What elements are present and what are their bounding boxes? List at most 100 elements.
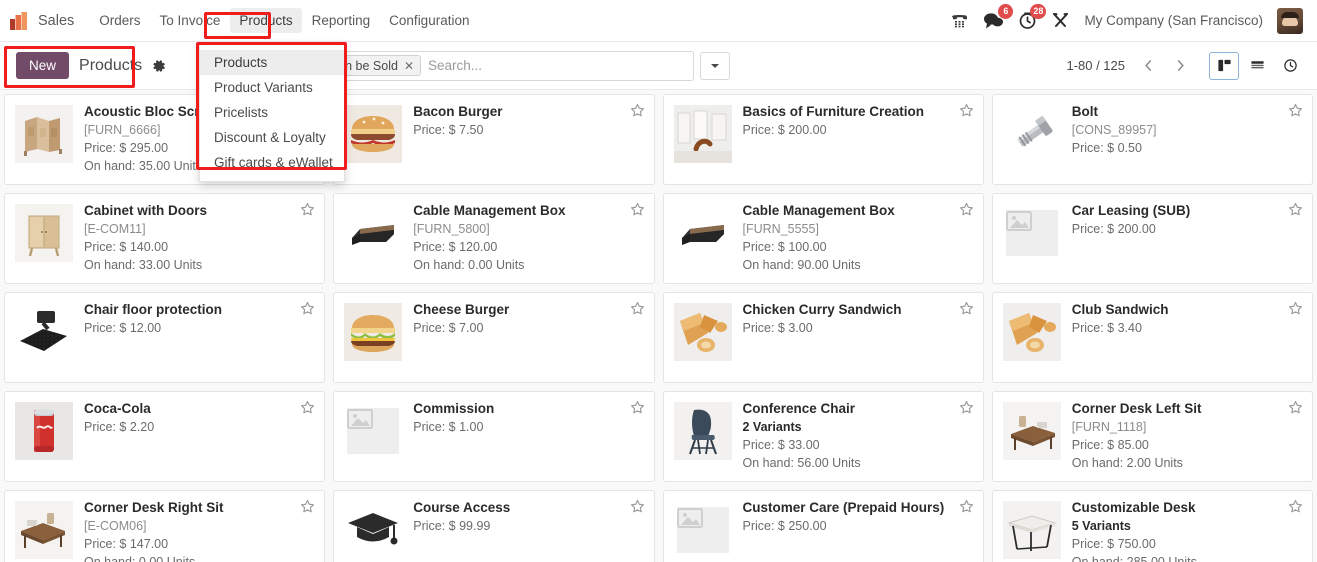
menu-orders[interactable]: Orders (90, 8, 149, 33)
kanban-view-button[interactable] (1209, 51, 1239, 80)
product-card-body: Commission Price: $ 1.00 (413, 400, 643, 473)
menu-products[interactable]: Products (230, 8, 302, 33)
product-stock: On hand: 0.00 Units (84, 554, 196, 562)
product-image (13, 499, 75, 561)
dropdown-item-product-variants[interactable]: Product Variants (200, 75, 344, 100)
product-card[interactable]: Corner Desk Left Sit [FURN_1118] Price: $ … (991, 391, 1313, 482)
product-stock: On hand: 90.00 Units (742, 257, 861, 272)
product-price: Price: $ 140.00 (84, 240, 169, 254)
favorite-star-icon[interactable] (630, 499, 645, 519)
product-price: Price: $ 12.00 (84, 320, 162, 335)
favorite-star-icon[interactable] (959, 301, 974, 321)
product-image (672, 103, 734, 165)
search-dropdown-toggle[interactable] (700, 51, 731, 80)
product-price: Price: $ 200.00 (1071, 221, 1156, 236)
list-view-icon (1250, 61, 1264, 69)
favorite-star-icon[interactable] (959, 400, 974, 420)
favorite-star-icon[interactable] (959, 499, 974, 519)
dropdown-item-discount-loyalty[interactable]: Discount & Loyalty (200, 125, 344, 150)
product-card[interactable]: Coca-Cola Price: $ 2.20 (4, 391, 326, 482)
product-image (1001, 400, 1063, 462)
favorite-star-icon[interactable] (630, 103, 645, 123)
pager-previous-button[interactable] (1133, 51, 1163, 80)
product-reference: [FURN_1118] (1071, 419, 1147, 434)
product-name: Course Access (413, 500, 511, 515)
menu-configuration[interactable]: Configuration (380, 8, 478, 33)
product-card[interactable]: Bolt [CONS_89957] Price: $ 0.50 (991, 94, 1313, 185)
favorite-star-icon[interactable] (1288, 202, 1303, 222)
product-card[interactable]: Customizable Desk 5 Variants Price: $ 750.… (991, 490, 1313, 562)
gear-icon[interactable] (152, 59, 166, 73)
messages-count-badge: 6 (998, 4, 1014, 19)
menu-reporting[interactable]: Reporting (303, 8, 380, 33)
product-card[interactable]: Cable Management Box [FURN_5800] Price: $ … (333, 193, 655, 284)
favorite-star-icon[interactable] (1288, 499, 1303, 519)
product-reference: [E-COM06] (84, 518, 147, 533)
favorite-star-icon[interactable] (300, 301, 315, 321)
product-image (1001, 103, 1063, 165)
product-card[interactable]: Chicken Curry Sandwich Price: $ 3.00 (662, 292, 984, 383)
dropdown-item-products[interactable]: Products (200, 50, 344, 75)
list-view-button[interactable] (1242, 51, 1272, 80)
phone-icon[interactable] (950, 11, 969, 30)
product-card[interactable]: Cheese Burger Price: $ 7.00 (333, 292, 655, 383)
favorite-star-icon[interactable] (630, 400, 645, 420)
dropdown-item-pricelists[interactable]: Pricelists (200, 100, 344, 125)
product-card[interactable]: Conference Chair 2 Variants Price: $ 33.00… (662, 391, 984, 482)
favorite-star-icon[interactable] (630, 301, 645, 321)
product-card[interactable]: Cable Management Box [FURN_5555] Price: $ … (662, 193, 984, 284)
favorite-star-icon[interactable] (630, 202, 645, 222)
activity-view-icon (1283, 59, 1297, 72)
product-reference: [CONS_89957] (1071, 122, 1157, 137)
product-name: Basics of Furniture Creation (742, 104, 925, 119)
product-card[interactable]: Bacon Burger Price: $ 7.50 (333, 94, 655, 185)
search-input[interactable] (428, 51, 694, 80)
company-name[interactable]: My Company (San Francisco) (1084, 13, 1263, 28)
product-card[interactable]: Club Sandwich Price: $ 3.40 (991, 292, 1313, 383)
product-price: Price: $ 100.00 (742, 240, 827, 254)
product-card[interactable]: Corner Desk Right Sit [E-COM06] Price: $ 1… (4, 490, 326, 562)
product-name: Club Sandwich (1071, 302, 1169, 317)
main-menu: Orders To Invoice Products Reporting Con… (90, 8, 478, 33)
product-image (13, 400, 75, 462)
messages-icon[interactable]: 6 (983, 4, 1014, 30)
favorite-star-icon[interactable] (300, 400, 315, 420)
new-button[interactable]: New (16, 52, 70, 79)
favorite-star-icon[interactable] (300, 202, 315, 222)
dropdown-item-gift-cards-ewallet[interactable]: Gift cards & eWallet (200, 150, 344, 175)
product-card-body: Customizable Desk 5 Variants Price: $ 750.… (1072, 499, 1302, 562)
product-card[interactable]: Chair floor protection Price: $ 12.00 (4, 292, 326, 383)
close-icon[interactable]: ✕ (404, 59, 414, 73)
favorite-star-icon[interactable] (300, 499, 315, 519)
product-stock: On hand: 33.00 Units (84, 257, 203, 272)
product-card[interactable]: Customer Care (Prepaid Hours) Price: $ 25… (662, 490, 984, 562)
product-image (342, 400, 404, 462)
kanban-view-icon (1217, 59, 1231, 72)
favorite-star-icon[interactable] (1288, 301, 1303, 321)
favorite-star-icon[interactable] (1288, 400, 1303, 420)
product-image (672, 301, 734, 363)
favorite-star-icon[interactable] (959, 202, 974, 222)
product-card[interactable]: Cabinet with Doors [E-COM11] Price: $ 140.… (4, 193, 326, 284)
product-image (672, 400, 734, 462)
product-stock: On hand: 285.00 Units (1071, 554, 1197, 562)
activities-clock-icon[interactable]: 28 (1018, 4, 1047, 30)
activity-view-button[interactable] (1275, 51, 1305, 80)
product-card[interactable]: Course Access Price: $ 99.99 (333, 490, 655, 562)
product-card-body: Chicken Curry Sandwich Price: $ 3.00 (743, 301, 973, 374)
favorite-star-icon[interactable] (959, 103, 974, 123)
product-card[interactable]: Basics of Furniture Creation Price: $ 200… (662, 94, 984, 185)
favorite-star-icon[interactable] (1288, 103, 1303, 123)
pager-range[interactable]: 1-80 / 125 (1066, 58, 1125, 73)
product-card[interactable]: Car Leasing (SUB) Price: $ 200.00 (991, 193, 1313, 284)
wrench-tools-icon[interactable] (1051, 11, 1070, 30)
product-card[interactable]: Commission Price: $ 1.00 (333, 391, 655, 482)
product-card-body: Conference Chair 2 Variants Price: $ 33.00… (743, 400, 973, 473)
app-brand[interactable]: Sales (6, 10, 80, 32)
user-avatar[interactable] (1277, 7, 1303, 34)
product-card-body: Basics of Furniture Creation Price: $ 200… (743, 103, 973, 176)
product-card-wrapper: Conference Chair 2 Variants Price: $ 33.00… (659, 387, 988, 486)
menu-to-invoice[interactable]: To Invoice (151, 8, 230, 33)
product-card-wrapper: Customizable Desk 5 Variants Price: $ 750.… (988, 486, 1317, 562)
pager-next-button[interactable] (1165, 51, 1195, 80)
